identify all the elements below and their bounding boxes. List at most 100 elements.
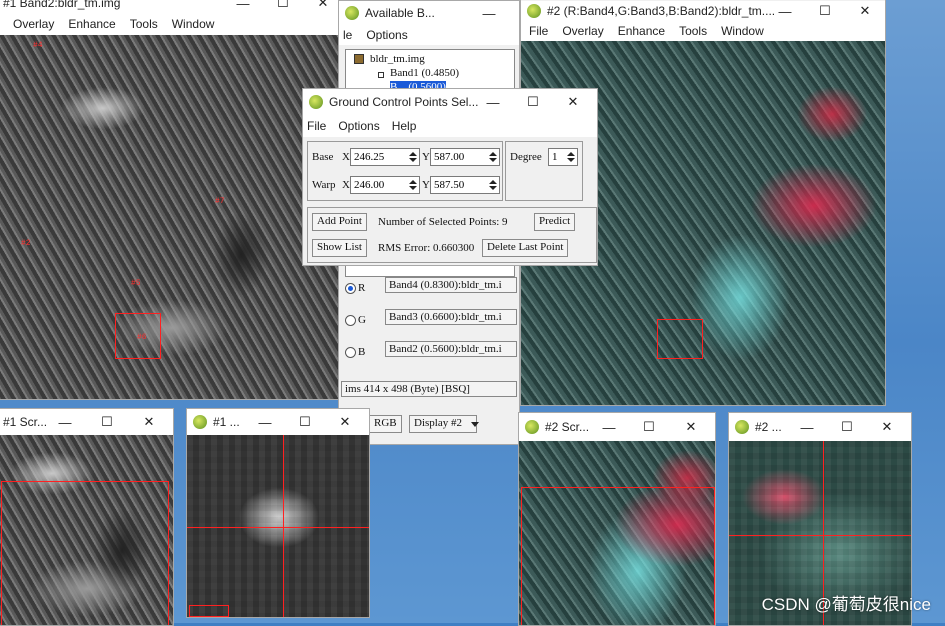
menu-file[interactable]: le [343,28,352,42]
gray-scroll-canvas[interactable] [0,435,173,625]
color-menubar: File Overlay Enhance Tools Window [521,21,885,41]
gcp-marker: #5 [131,279,141,288]
menu-tools[interactable]: Tools [130,17,158,31]
close-button[interactable]: ✕ [867,413,907,441]
band-list-menubar: le Options [339,25,519,45]
maximize-button[interactable]: ☐ [285,409,325,435]
gcp-dialog-title: Ground Control Points Sel... [329,95,479,109]
close-button[interactable]: ✕ [671,413,711,441]
minimize-button[interactable]: — [45,409,85,435]
close-button[interactable]: ✕ [553,89,593,115]
envi-logo-icon [735,420,749,434]
maximize-button[interactable]: ☐ [827,413,867,441]
close-button[interactable]: ✕ [845,1,885,21]
band-b-field[interactable]: Band2 (0.5600):bldr_tm.i [385,341,517,357]
minimize-button[interactable]: — [469,1,509,25]
warp-x-input[interactable]: 246.00 [350,176,420,194]
crosshair-horizontal [187,527,369,528]
radio-g[interactable] [345,315,356,326]
channel-label: G [358,314,366,326]
close-button[interactable]: ✕ [129,409,169,435]
zoom-box[interactable] [115,313,161,359]
warp-y-input[interactable]: 587.50 [430,176,500,194]
minimize-button[interactable]: — [589,413,629,441]
scroll-viewport-box[interactable] [521,487,715,625]
menu-enhance[interactable]: Enhance [68,17,115,31]
band-g-field[interactable]: Band3 (0.6600):bldr_tm.i [385,309,517,325]
gray-zoom-canvas[interactable] [187,435,369,617]
show-list-button[interactable]: Show List [312,239,367,257]
gcp-marker: #2 [21,239,31,248]
minimize-button[interactable]: — [245,409,285,435]
gray-zoom-window[interactable]: #1 ... — ☐ ✕ [186,408,370,618]
menu-options[interactable]: Options [366,28,407,42]
gcp-marker: #4 [33,41,43,50]
file-name[interactable]: bldr_tm.img [370,53,425,65]
band-r-field[interactable]: Band4 (0.8300):bldr_tm.i [385,277,517,293]
menu-enhance[interactable]: Enhance [618,24,665,38]
menu-window[interactable]: Window [172,17,215,31]
base-label: Base [312,151,334,163]
menu-file[interactable]: File [307,119,326,133]
radio-r[interactable] [345,283,356,294]
envi-logo-icon [345,6,359,20]
envi-logo-icon [193,415,207,429]
base-y-input[interactable]: 587.00 [430,148,500,166]
gray-scroll-window[interactable]: #1 Scr... — ☐ ✕ [0,408,174,626]
predict-button[interactable]: Predict [534,213,576,231]
color-scroll-window[interactable]: #2 Scr... — ☐ ✕ [518,412,716,626]
menu-file[interactable]: File [529,24,548,38]
maximize-button[interactable]: ☐ [629,413,669,441]
color-window-title: #2 (R:Band4,G:Band3,B:Band2):bldr_tm.... [547,4,776,18]
rms-error-text: RMS Error: 0.660300 [378,242,475,254]
band-checkbox[interactable] [378,72,384,78]
x-label: X [342,151,350,163]
envi-logo-icon [527,4,541,18]
gray-window-title: #1 Band2:bldr_tm.img [3,0,121,10]
maximize-button[interactable]: ☐ [805,1,845,21]
maximize-button[interactable]: ☐ [513,89,553,115]
dims-text: ims 414 x 498 (Byte) [BSQ] [341,381,517,397]
add-point-button[interactable]: Add Point [312,213,367,231]
display-dropdown[interactable]: Display #2 [409,415,477,433]
close-button[interactable]: ✕ [303,0,343,13]
envi-logo-icon [309,95,323,109]
degree-group: Degree 1 [505,141,583,201]
minimize-button[interactable]: — [473,89,513,115]
menu-options[interactable]: Options [338,119,379,133]
rgb-button[interactable]: RGB [369,415,402,433]
menu-overlay[interactable]: Overlay [562,24,603,38]
band-list-title: Available B... [365,6,435,20]
close-button[interactable]: ✕ [325,409,365,435]
selected-points-text: Number of Selected Points: 9 [378,216,508,228]
zoom-box[interactable] [657,319,703,359]
radio-b[interactable] [345,347,356,358]
maximize-button[interactable]: ☐ [263,0,303,13]
band-item[interactable]: Band1 (0.4850) [390,67,459,79]
degree-input[interactable]: 1 [548,148,578,166]
gray-image-window[interactable]: #1 Band2:bldr_tm.img — ☐ ✕ Overlay Enhan… [0,0,344,400]
y-label: Y [422,151,430,163]
color-scroll-title: #2 Scr... [545,420,590,434]
y-label: Y [422,179,430,191]
gray-image-canvas[interactable]: #4 #7 #2 #5 #6 [0,35,343,399]
channel-label: R [358,282,366,294]
color-zoom-title: #2 ... [755,420,782,434]
menu-window[interactable]: Window [721,24,764,38]
scroll-viewport-box[interactable] [1,481,169,625]
gray-menubar: Overlay Enhance Tools Window [0,13,343,35]
delete-last-point-button[interactable]: Delete Last Point [482,239,569,257]
minimize-button[interactable]: — [223,0,263,13]
color-scroll-canvas[interactable] [519,441,715,625]
base-x-input[interactable]: 246.25 [350,148,420,166]
file-icon [354,54,364,64]
menu-help[interactable]: Help [392,119,417,133]
minimize-button[interactable]: — [765,1,805,21]
degree-label: Degree [510,151,542,163]
zoom-control-box[interactable] [189,605,229,617]
gcp-dialog[interactable]: Ground Control Points Sel... — ☐ ✕ File … [302,88,598,266]
maximize-button[interactable]: ☐ [87,409,127,435]
menu-tools[interactable]: Tools [679,24,707,38]
menu-overlay[interactable]: Overlay [13,17,54,31]
minimize-button[interactable]: — [787,413,827,441]
